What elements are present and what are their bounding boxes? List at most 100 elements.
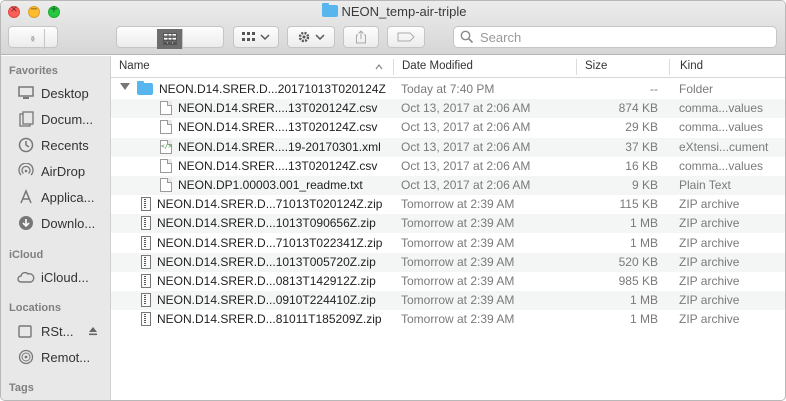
search-field[interactable]: Search — [453, 26, 777, 48]
file-size: 29 KB — [625, 120, 658, 135]
file-kind: ZIP archive — [679, 216, 740, 231]
sidebar-item-documents[interactable]: Docum... — [17, 109, 93, 129]
applications-icon — [17, 188, 35, 206]
title-bar: × − + NEON_temp-air-triple ‹ › Search — [1, 1, 785, 55]
table-row[interactable]: NEON.D14.SRER.D...0910T224410Z.zip Tomorr… — [111, 291, 785, 311]
column-header-name[interactable]: Name — [119, 60, 150, 72]
file-kind: ZIP archive — [679, 312, 740, 327]
date-modified: Oct 13, 2017 at 2:06 AM — [401, 101, 531, 116]
file-kind: Folder — [679, 82, 714, 96]
tags-button[interactable] — [387, 26, 425, 48]
file-name-cell: NEON.D14.SRER.D...20171013T020124Z — [137, 81, 386, 96]
file-name: NEON.D14.SRER....13T020124Z.csv — [178, 101, 378, 116]
table-row[interactable]: NEON.D14.SRER....13T020124Z.csv Oct 13, 2… — [111, 157, 785, 176]
date-modified: Tomorrow at 2:39 AM — [401, 312, 515, 327]
sidebar-item-airdrop[interactable]: AirDrop — [17, 161, 85, 181]
table-row[interactable]: NEON.D14.SRER.D...1013T005720Z.zip Tomorr… — [111, 252, 785, 272]
sidebar-item-remote-disc[interactable]: Remot... — [17, 347, 90, 367]
table-row[interactable]: NEON.D14.SRER.D...0813T142912Z.zip Tomorr… — [111, 272, 785, 291]
document-icon — [160, 120, 172, 135]
file-name: NEON.DP1.00003.001_readme.txt — [178, 178, 363, 192]
table-row[interactable]: NEON.D14.SRER....13T020124Z.csv Oct 13, 2… — [111, 99, 785, 119]
action-button[interactable] — [287, 26, 335, 48]
sidebar-item-applications[interactable]: Applica... — [17, 187, 94, 207]
share-button[interactable] — [343, 26, 379, 48]
column-separator[interactable] — [576, 59, 577, 75]
table-row[interactable]: NEON.D14.SRER.D...71013T020124Z.zip Tomor… — [111, 195, 785, 214]
column-separator[interactable] — [669, 59, 670, 75]
file-name: NEON.D14.SRER.D...0813T142912Z.zip — [157, 274, 376, 288]
xml-file-icon — [160, 139, 172, 154]
column-header-size[interactable]: Size — [585, 60, 607, 72]
file-name-cell: NEON.D14.SRER.D...71013T020124Z.zip — [141, 197, 383, 212]
file-name: NEON.D14.SRER....13T020124Z.csv — [178, 120, 378, 135]
sidebar-item-downloads[interactable]: Downlo... — [17, 213, 95, 233]
column-separator[interactable] — [393, 59, 394, 75]
sidebar-section-locations: Locations — [9, 302, 61, 314]
file-size: 37 KB — [625, 139, 658, 154]
group-button[interactable] — [233, 26, 279, 48]
file-size: 520 KB — [618, 254, 658, 269]
zip-archive-icon — [141, 254, 151, 269]
nav-buttons: ‹ › — [8, 26, 58, 49]
sidebar-item-recents[interactable]: Recents — [17, 135, 89, 155]
sort-chevron-icon — [375, 64, 383, 70]
file-name-cell: NEON.D14.SRER....19-20170301.xml — [160, 139, 381, 154]
file-size: 874 KB — [618, 101, 658, 116]
disk-icon — [17, 322, 35, 340]
disclosure-triangle-icon[interactable] — [120, 83, 130, 90]
date-modified: Tomorrow at 2:39 AM — [401, 293, 515, 308]
table-row[interactable]: NEON.D14.SRER.D...1013T090656Z.zip Tomorr… — [111, 214, 785, 234]
file-name-cell: NEON.D14.SRER....13T020124Z.csv — [160, 120, 378, 135]
column-header-date[interactable]: Date Modified — [402, 60, 473, 72]
sidebar: Favorites Desktop Docum... Recents AirDr… — [1, 56, 111, 400]
zip-archive-icon — [141, 197, 151, 212]
airdrop-icon — [17, 162, 35, 180]
file-size: 1 MB — [629, 312, 658, 327]
file-kind: ZIP archive — [679, 254, 740, 269]
date-modified: Oct 13, 2017 at 2:06 AM — [401, 120, 531, 135]
sidebar-item-rst-disk[interactable]: RSt... — [17, 321, 98, 341]
file-size: 16 KB — [625, 158, 658, 173]
table-row[interactable]: NEON.D14.SRER.D...81011T185209Z.zip Tomor… — [111, 310, 785, 329]
date-modified: Oct 13, 2017 at 2:06 AM — [401, 158, 531, 173]
file-list: Name Date Modified Size Kind NEON.D14.SR… — [111, 56, 785, 400]
sidebar-section-tags: Tags — [9, 382, 34, 394]
file-name-cell: NEON.DP1.00003.001_readme.txt — [160, 178, 363, 192]
document-icon — [160, 101, 172, 116]
date-modified: Oct 13, 2017 at 2:06 AM — [401, 139, 531, 154]
file-kind: ZIP archive — [679, 293, 740, 308]
sidebar-item-label: iCloud... — [41, 269, 89, 285]
eject-button[interactable] — [88, 326, 98, 336]
gallery-view-button[interactable] — [157, 29, 183, 49]
folder-icon — [321, 3, 338, 17]
file-name-cell: NEON.D14.SRER.D...71013T022341Z.zip — [141, 235, 382, 250]
document-icon — [160, 178, 172, 192]
recents-icon — [17, 136, 35, 154]
table-row[interactable]: NEON.D14.SRER....13T020124Z.csv Oct 13, 2… — [111, 118, 785, 137]
table-row[interactable]: NEON.DP1.00003.001_readme.txt Oct 13, 201… — [111, 176, 785, 195]
file-kind: ZIP archive — [679, 197, 740, 212]
file-kind: ZIP archive — [679, 274, 740, 288]
sidebar-item-label: Remot... — [41, 349, 91, 365]
file-name: NEON.D14.SRER.D...71013T020124Z.zip — [157, 197, 383, 212]
gear-icon — [298, 31, 310, 43]
file-kind: ZIP archive — [679, 235, 740, 250]
window-title: NEON_temp-air-triple — [1, 3, 785, 19]
file-name: NEON.D14.SRER.D...1013T005720Z.zip — [157, 254, 376, 269]
date-modified: Tomorrow at 2:39 AM — [401, 254, 515, 269]
date-modified: Oct 13, 2017 at 2:06 AM — [401, 178, 531, 192]
sidebar-item-icloud-drive[interactable]: iCloud... — [17, 267, 89, 287]
file-name-cell: NEON.D14.SRER....13T020124Z.csv — [160, 158, 377, 173]
sidebar-item-desktop[interactable]: Desktop — [17, 83, 89, 103]
sidebar-item-label: Desktop — [41, 85, 89, 101]
file-name-cell: NEON.D14.SRER.D...1013T090656Z.zip — [141, 216, 376, 231]
column-header-kind[interactable]: Kind — [680, 60, 703, 72]
group-icon — [242, 32, 255, 41]
table-row[interactable]: NEON.D14.SRER....19-20170301.xml Oct 13, … — [111, 137, 785, 157]
forward-button[interactable]: › — [21, 29, 45, 49]
file-kind: eXtensi...cument — [679, 139, 769, 154]
folder-row[interactable]: NEON.D14.SRER.D...20171013T020124Z Today … — [111, 80, 785, 99]
file-size: 1 MB — [629, 235, 658, 250]
table-row[interactable]: NEON.D14.SRER.D...71013T022341Z.zip Tomor… — [111, 234, 785, 253]
